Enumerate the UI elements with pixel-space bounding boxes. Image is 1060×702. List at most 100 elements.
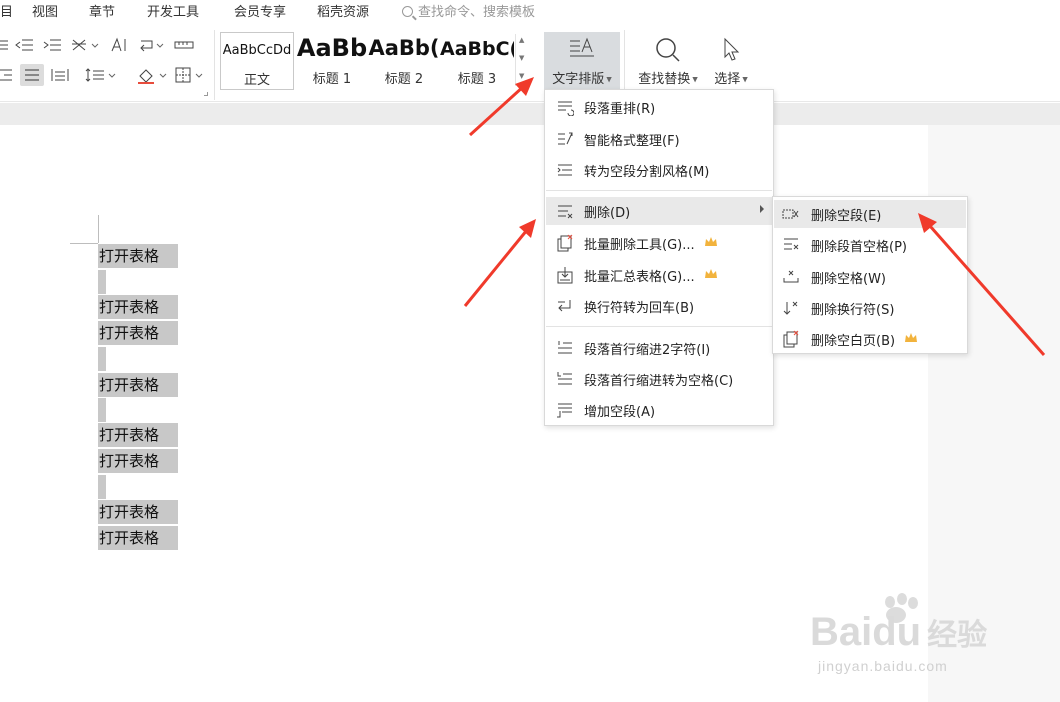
indent-to-space-icon: [557, 372, 572, 385]
select-label: 选择 ▼: [714, 72, 748, 87]
list-icon[interactable]: [0, 36, 8, 54]
menu-item-delete[interactable]: 删除(D): [546, 197, 772, 225]
menu-item-indent-to-space[interactable]: 段落首行缩进转为空格(C): [546, 365, 772, 393]
style-normal-label: 正文: [243, 73, 270, 88]
style-heading-2-label: 标题 2: [384, 72, 424, 87]
document-paragraph[interactable]: 打开表格: [98, 526, 178, 550]
justify-icon[interactable]: [20, 64, 44, 86]
paragraph-mark-icon[interactable]: [138, 36, 168, 54]
select-button[interactable]: 选择 ▼: [708, 32, 754, 90]
command-search[interactable]: 查找命令、搜索模板: [402, 1, 535, 20]
scroll-down-icon[interactable]: ▼: [519, 54, 524, 62]
menu-item-label: 批量汇总表格(G)...: [584, 270, 695, 285]
menu-item-label: 转为空段分割风格(M): [584, 165, 710, 180]
styles-scrollbar[interactable]: ▲ ▼ ▼: [515, 34, 527, 86]
style-heading-3-sample: AaBbC(: [440, 38, 514, 60]
menu-item-batch-delete[interactable]: 批量删除工具(G)...: [546, 229, 772, 257]
scroll-up-icon[interactable]: ▲: [519, 36, 524, 44]
cursor-arrow-icon: [724, 37, 740, 61]
menu-item-first-line-indent[interactable]: 段落首行缩进2字符(I): [546, 334, 772, 362]
empty-paragraph[interactable]: [98, 347, 106, 371]
menu-item-line-break-to-enter[interactable]: 换行符转为回车(B): [546, 292, 772, 320]
text-direction-icon[interactable]: [108, 36, 128, 54]
batch-summary-icon: [557, 267, 573, 284]
menu-item-label: 段落首行缩进2字符(I): [584, 343, 711, 358]
watermark-brand: Baidu 经验: [810, 610, 988, 654]
delete-leading-space-icon: [784, 238, 799, 250]
menu-member-exclusive[interactable]: 会员专享: [234, 1, 286, 20]
crown-icon: [705, 269, 717, 278]
submenu-item-delete-leading-space[interactable]: 删除段首空格(P): [774, 231, 966, 259]
style-heading-2[interactable]: AaBb( 标题 2: [368, 32, 440, 90]
menu-partial-item[interactable]: 目: [0, 1, 13, 20]
style-heading-1[interactable]: AaBb 标题 1: [296, 32, 368, 90]
delete-empty-paragraph-icon: [782, 209, 799, 219]
document-paragraph[interactable]: 打开表格: [98, 373, 178, 397]
style-heading-2-sample: AaBb(: [368, 36, 440, 60]
submenu-item-label: 删除段首空格(P): [811, 240, 907, 255]
find-replace-label: 查找替换 ▼: [638, 72, 698, 87]
smart-format-icon: [558, 132, 573, 145]
menu-item-label: 批量删除工具(G)...: [584, 238, 695, 253]
document-paragraph[interactable]: 打开表格: [98, 500, 178, 524]
style-heading-3-label: 标题 3: [457, 72, 497, 87]
menu-item-label: 智能格式整理(F): [584, 134, 680, 149]
menu-item-empty-paragraph-style[interactable]: 转为空段分割风格(M): [546, 156, 772, 184]
menu-item-label: 段落首行缩进转为空格(C): [584, 374, 734, 389]
paragraph-settings-launcher[interactable]: [204, 92, 208, 96]
empty-paragraph[interactable]: [98, 270, 106, 294]
menu-chapter[interactable]: 章节: [89, 1, 115, 20]
document-paragraph[interactable]: 打开表格: [98, 423, 178, 447]
submenu-arrow-icon: [760, 205, 764, 213]
indent-icon: [558, 341, 572, 354]
shading-icon[interactable]: [136, 66, 170, 84]
style-heading-3[interactable]: AaBbC( 标题 3: [440, 32, 514, 90]
distribute-icon[interactable]: [50, 66, 70, 84]
empty-paragraph[interactable]: [98, 475, 106, 499]
menu-item-label: 删除(D): [584, 206, 631, 221]
search-icon: [402, 6, 413, 17]
menu-docer-resources[interactable]: 稻壳资源: [317, 1, 369, 20]
submenu-item-delete-blank-page[interactable]: 删除空白页(B): [774, 325, 966, 353]
menu-view[interactable]: 视图: [32, 1, 58, 20]
menu-item-paragraph-rearrange[interactable]: 段落重排(R): [546, 93, 772, 121]
decrease-indent-icon[interactable]: [14, 36, 34, 54]
paragraph-rearrange-icon: [558, 101, 574, 116]
menu-item-smart-format[interactable]: 智能格式整理(F): [546, 125, 772, 153]
delete-blank-page-icon: [783, 330, 799, 348]
document-paragraph[interactable]: 打开表格: [98, 449, 178, 473]
borders-icon[interactable]: [174, 66, 208, 84]
style-heading-1-sample: AaBb: [296, 34, 368, 62]
submenu-item-delete-empty-paragraph[interactable]: 删除空段(E): [774, 200, 966, 228]
menu-item-batch-summary[interactable]: 批量汇总表格(G)...: [546, 261, 772, 289]
menu-separator: [546, 326, 772, 327]
menu-item-label: 增加空段(A): [584, 405, 656, 420]
expand-gallery-icon[interactable]: ▼: [519, 72, 524, 80]
text-layout-label: 文字排版 ▼: [552, 72, 612, 87]
submenu-item-label: 删除空格(W): [811, 272, 886, 287]
document-paragraph[interactable]: 打开表格: [98, 321, 178, 345]
submenu-item-delete-linebreak[interactable]: 删除换行符(S): [774, 294, 966, 322]
watermark-url: jingyan.baidu.com: [818, 658, 948, 674]
menu-developer-tools[interactable]: 开发工具: [147, 1, 199, 20]
text-layout-button[interactable]: 文字排版 ▼: [544, 32, 620, 90]
delete-lines-icon: [558, 205, 573, 219]
ribbon-separator: [214, 30, 215, 100]
margin-corner-mark: [70, 243, 98, 244]
menu-item-add-empty-paragraph[interactable]: 增加空段(A): [546, 396, 772, 424]
style-normal[interactable]: AaBbCcDd 正文: [220, 32, 294, 90]
margin-corner-mark: [98, 215, 99, 243]
align-right-icon[interactable]: [0, 66, 12, 84]
increase-indent-icon[interactable]: [42, 36, 62, 54]
ruler-icon[interactable]: [174, 36, 194, 54]
submenu-item-delete-space[interactable]: 删除空格(W): [774, 263, 966, 291]
submenu-item-label: 删除换行符(S): [811, 303, 895, 318]
crown-icon: [905, 333, 917, 342]
line-spacing-icon[interactable]: [84, 66, 118, 84]
find-replace-button[interactable]: 查找替换 ▼: [632, 32, 704, 90]
empty-paragraph[interactable]: [98, 398, 106, 422]
chinese-layout-icon[interactable]: [70, 36, 100, 54]
document-paragraph[interactable]: 打开表格: [98, 244, 178, 268]
menu-separator: [546, 190, 772, 191]
document-paragraph[interactable]: 打开表格: [98, 295, 178, 319]
